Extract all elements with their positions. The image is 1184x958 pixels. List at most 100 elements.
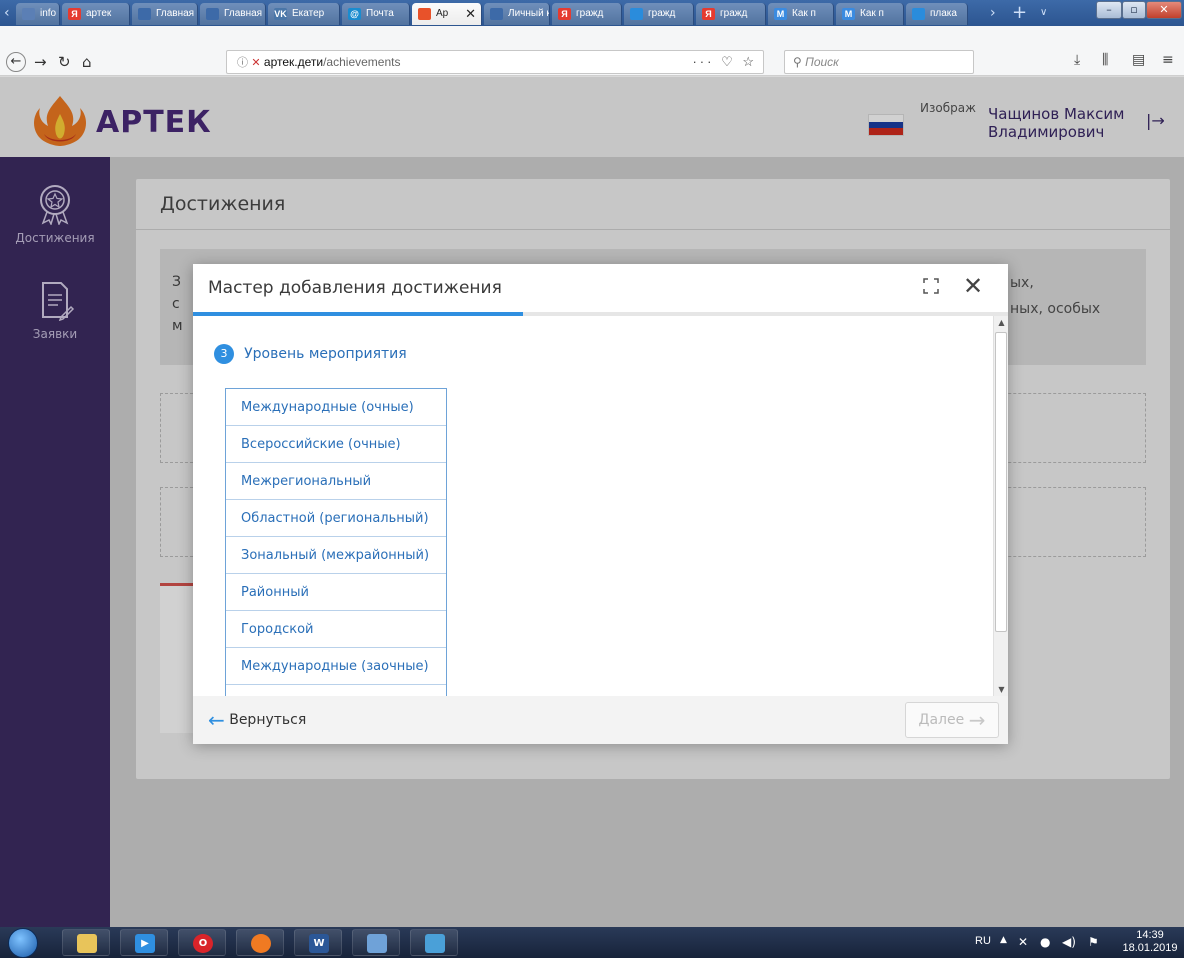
step-number-badge: 3 xyxy=(214,344,234,364)
forward-arrow-icon[interactable]: → xyxy=(34,54,47,70)
browser-tab[interactable]: Личный к xyxy=(484,3,550,25)
next-button-label: Далее xyxy=(918,712,965,728)
taskbar-word[interactable]: W xyxy=(294,929,342,956)
action-center-icon[interactable]: ⚑ xyxy=(1088,935,1099,949)
library-icon[interactable]: ⫼ xyxy=(1102,52,1108,68)
tab-favicon-icon xyxy=(490,8,503,20)
tray-expand-chevron-icon[interactable]: ▲ xyxy=(1000,935,1007,945)
browser-tab[interactable]: Ягражд xyxy=(552,3,622,25)
new-tab-icon[interactable]: + xyxy=(1012,4,1027,22)
next-button[interactable]: Далее → xyxy=(905,702,999,738)
back-arrow-icon[interactable]: ← xyxy=(6,52,26,72)
modal-title: Мастер добавления достижения xyxy=(208,278,502,298)
event-level-option[interactable]: Районный xyxy=(226,574,446,611)
event-level-option[interactable]: Международные (очные) xyxy=(226,389,446,426)
tab-favicon-icon xyxy=(206,8,219,20)
menu-icon[interactable]: ≡ xyxy=(1162,52,1174,68)
tab-favicon-icon: M xyxy=(774,8,787,20)
clock-date: 18.01.2019 xyxy=(1122,942,1178,954)
event-level-option[interactable]: Международные (заочные) xyxy=(226,648,446,685)
event-level-option[interactable]: Зональный (межрайонный) xyxy=(226,537,446,574)
wizard-step-header: 3 Уровень мероприятия xyxy=(214,344,407,364)
reload-icon[interactable]: ↻ xyxy=(58,54,71,70)
tab-favicon-icon: M xyxy=(842,8,855,20)
browser-tab[interactable]: info xyxy=(16,3,60,25)
antivirus-icon[interactable]: ● xyxy=(1040,935,1050,949)
tab-scroll-left-icon[interactable]: ‹ xyxy=(4,4,10,22)
url-bar[interactable]: ⓘ ✕ артек.дети/achievements ··· ♡ ☆ xyxy=(226,50,764,74)
keyboard-language-indicator[interactable]: RU xyxy=(975,935,991,947)
tab-list-chevron-down-icon[interactable]: ∨ xyxy=(1040,4,1047,22)
tab-label: гражд xyxy=(720,8,748,19)
tab-close-icon[interactable]: ✕ xyxy=(465,3,476,25)
search-input[interactable]: ⚲ Поиск xyxy=(784,50,974,74)
browser-tab[interactable]: M Как п xyxy=(836,3,904,25)
tab-label: Екатер xyxy=(292,8,325,19)
browser-tab[interactable]: гражд xyxy=(624,3,694,25)
tab-favicon-icon xyxy=(22,8,35,20)
scrollbar-thumb[interactable] xyxy=(995,332,1007,632)
downloads-icon[interactable]: ⤓ xyxy=(1074,52,1080,68)
sidebar-toggle-icon[interactable]: ▤ xyxy=(1132,52,1145,68)
url-path: /achievements xyxy=(323,55,401,69)
windows-taskbar: ▶ O W RU ▲ ✕ ● ◀) ⚑ 14:39 18.01.2019 xyxy=(0,927,1184,958)
maximize-window-button[interactable]: ▫ xyxy=(1122,1,1146,19)
start-button-windows-icon[interactable] xyxy=(8,928,38,958)
browser-tab-bar: ‹ info Яартек Главная Главная VK Екатер @ Почта… xyxy=(0,0,1184,26)
tab-scroll-right-icon[interactable]: › xyxy=(990,4,996,22)
browser-tab[interactable]: Главная xyxy=(200,3,266,25)
taskbar-clock[interactable]: 14:39 18.01.2019 xyxy=(1120,929,1180,955)
tab-favicon-icon: @ xyxy=(348,8,361,20)
minimize-window-button[interactable]: – xyxy=(1096,1,1122,19)
tab-label: Личный к xyxy=(508,8,550,19)
event-level-option[interactable]: Областной (региональный) xyxy=(226,500,446,537)
tab-label: плака xyxy=(930,8,957,19)
opera-icon: O xyxy=(193,934,213,953)
browser-tab[interactable]: Яартек xyxy=(62,3,130,25)
arrow-right-icon: → xyxy=(968,708,986,732)
info-line-1-end: ых, xyxy=(1010,275,1034,291)
browser-tab[interactable]: плака xyxy=(906,3,968,25)
taskbar-photo-viewer[interactable] xyxy=(410,929,458,956)
fullscreen-expand-icon[interactable] xyxy=(923,278,939,294)
tab-label: info xyxy=(40,8,57,19)
browser-tab[interactable]: Ар ✕ xyxy=(412,3,482,25)
back-button-label: Вернуться xyxy=(229,712,307,728)
taskbar-media-player[interactable]: ▶ xyxy=(120,929,168,956)
browser-tab[interactable]: @ Почта xyxy=(342,3,410,25)
browser-tab[interactable]: M Как п xyxy=(768,3,834,25)
event-level-option[interactable]: Всероссийские (очные) xyxy=(226,426,446,463)
arrow-left-icon: ← xyxy=(208,708,225,732)
browser-tab[interactable]: VK Екатер xyxy=(268,3,340,25)
browser-tab[interactable]: Ягражд xyxy=(696,3,766,25)
scroll-down-arrow-icon[interactable]: ▼ xyxy=(994,685,1009,694)
tab-label: Главная xyxy=(156,8,195,19)
close-window-button[interactable]: ✕ xyxy=(1146,1,1182,19)
tab-label: артек xyxy=(86,8,112,19)
close-icon[interactable]: ✕ xyxy=(963,274,983,298)
modal-body: 3 Уровень мероприятия Международные (очн… xyxy=(193,316,993,696)
tab-favicon-icon: Я xyxy=(702,8,715,20)
event-level-option[interactable] xyxy=(226,685,446,696)
back-button[interactable]: ← Вернуться xyxy=(208,708,306,732)
page-actions-icon[interactable]: ··· ♡ ☆ xyxy=(692,51,757,73)
folder-icon xyxy=(77,934,97,953)
taskbar-explorer[interactable] xyxy=(62,929,110,956)
site-info-icon[interactable]: ⓘ xyxy=(237,57,248,69)
taskbar-opera[interactable]: O xyxy=(178,929,226,956)
tab-label: Как п xyxy=(860,8,884,19)
event-level-option[interactable]: Межрегиональный xyxy=(226,463,446,500)
scroll-up-arrow-icon[interactable]: ▲ xyxy=(994,318,1009,327)
taskbar-paint[interactable] xyxy=(352,929,400,956)
browser-tab[interactable]: Главная xyxy=(132,3,198,25)
event-level-option[interactable]: Городской xyxy=(226,611,446,648)
home-icon[interactable]: ⌂ xyxy=(82,54,92,70)
word-icon: W xyxy=(309,934,329,953)
search-placeholder: Поиск xyxy=(805,55,839,69)
modal-scrollbar[interactable]: ▲ ▼ xyxy=(993,316,1008,696)
tab-favicon-icon xyxy=(138,8,151,20)
network-warning-icon[interactable]: ✕ xyxy=(1018,935,1028,949)
tab-label: гражд xyxy=(648,8,676,19)
taskbar-firefox[interactable] xyxy=(236,929,284,956)
volume-icon[interactable]: ◀) xyxy=(1062,935,1076,949)
